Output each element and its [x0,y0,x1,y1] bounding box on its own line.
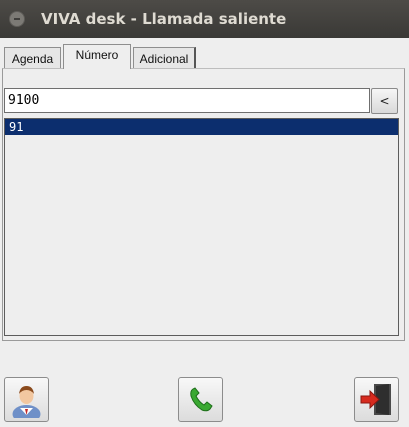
window-title: VIVA desk - Llamada saliente [41,10,287,28]
phone-call-icon [190,387,213,412]
exit-door-icon [360,384,391,415]
person-icon [12,386,41,418]
window-titlebar[interactable]: VIVA desk - Llamada saliente [0,0,409,38]
tab-agenda[interactable]: Agenda [4,47,61,68]
tab-numero[interactable]: Número [63,44,131,69]
exit-button[interactable] [354,377,399,422]
results-list[interactable]: 91 [4,118,399,336]
number-input[interactable]: 9100 [4,88,370,113]
list-item[interactable]: 91 [5,119,398,135]
call-button[interactable] [178,377,223,422]
tab-adicional[interactable]: Adicional [133,47,196,68]
contact-button[interactable] [4,377,49,422]
backspace-button[interactable]: < [371,88,398,114]
window-menu-icon[interactable] [9,11,25,27]
